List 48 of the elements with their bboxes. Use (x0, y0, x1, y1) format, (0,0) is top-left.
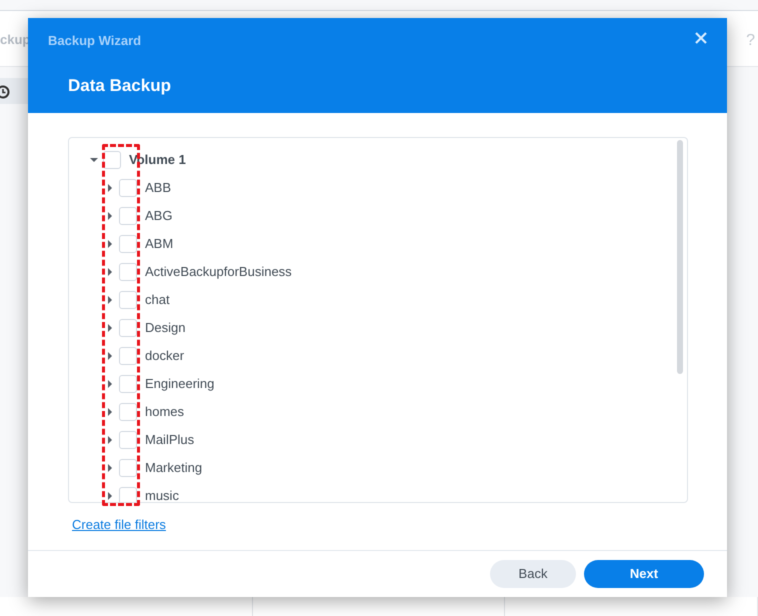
folder-label[interactable]: ABB (145, 178, 172, 198)
expand-arrow-icon[interactable] (105, 463, 115, 473)
expand-arrow-icon[interactable] (105, 183, 115, 193)
folder-label[interactable]: Design (145, 318, 186, 338)
collapse-arrow-icon[interactable] (89, 155, 99, 165)
expand-arrow-icon[interactable] (105, 295, 115, 305)
folder-label[interactable]: music (145, 486, 179, 502)
expand-arrow-icon[interactable] (105, 351, 115, 361)
dialog-title: Backup Wizard (48, 32, 142, 50)
checkbox[interactable] (119, 347, 137, 365)
checkbox[interactable] (119, 263, 137, 281)
folder-label[interactable]: Engineering (145, 374, 214, 394)
checkbox[interactable] (103, 151, 121, 169)
expand-arrow-icon[interactable] (105, 211, 115, 221)
expand-arrow-icon[interactable] (105, 435, 115, 445)
folder-label[interactable]: chat (145, 290, 170, 310)
checkbox[interactable] (119, 291, 137, 309)
checkbox[interactable] (119, 375, 137, 393)
checkbox[interactable] (119, 179, 137, 197)
folder-label[interactable]: Volume 1 (129, 150, 186, 170)
step-heading: Data Backup (68, 74, 171, 96)
expand-arrow-icon[interactable] (105, 323, 115, 333)
sidebar-item[interactable] (0, 78, 28, 104)
close-icon[interactable] (695, 32, 707, 44)
folder-label[interactable]: docker (145, 346, 184, 366)
checkbox[interactable] (119, 403, 137, 421)
folder-label[interactable]: ActiveBackupforBusiness (145, 262, 292, 282)
scrollbar[interactable] (677, 140, 683, 374)
expand-arrow-icon[interactable] (105, 267, 115, 277)
checkbox[interactable] (119, 319, 137, 337)
next-button[interactable]: Next (584, 560, 704, 588)
folder-label[interactable]: ABG (145, 206, 172, 226)
back-button[interactable]: Back (490, 560, 576, 588)
checkbox[interactable] (119, 207, 137, 225)
folder-label[interactable]: ABM (145, 234, 174, 254)
checkbox[interactable] (119, 431, 137, 449)
expand-arrow-icon[interactable] (105, 407, 115, 417)
checkbox[interactable] (119, 459, 137, 477)
clock-icon (0, 84, 10, 99)
checkbox[interactable] (119, 487, 137, 502)
folder-label[interactable]: MailPlus (145, 430, 194, 450)
folder-label[interactable]: Marketing (145, 458, 202, 478)
folder-label[interactable]: homes (145, 402, 184, 422)
expand-arrow-icon[interactable] (105, 491, 115, 501)
create-filters-link[interactable]: Create file filters (72, 515, 166, 534)
expand-arrow-icon[interactable] (105, 239, 115, 249)
expand-arrow-icon[interactable] (105, 379, 115, 389)
checkbox[interactable] (119, 235, 137, 253)
